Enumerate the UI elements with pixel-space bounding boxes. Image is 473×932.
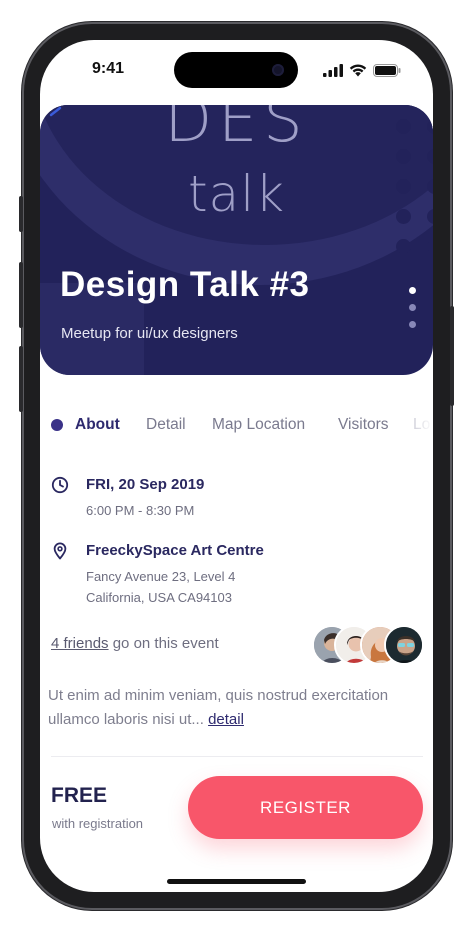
friends-link[interactable]: 4 friends	[51, 635, 109, 652]
event-tabs: About Detail Map Location Visitors Lo	[51, 412, 433, 440]
side-button-volume-down	[19, 346, 23, 412]
event-price-note: with registration	[52, 816, 144, 831]
signal-icon	[323, 64, 343, 77]
status-time: 9:41	[92, 60, 125, 77]
location-pin-icon	[53, 542, 67, 560]
footer-divider	[51, 756, 423, 757]
event-time: 6:00 PM - 8:30 PM	[86, 503, 195, 518]
event-date: FRI, 20 Sep 2019	[86, 476, 205, 493]
screen: 9:41 DES talk Design Talk #3 Meetup for …	[40, 40, 433, 892]
side-button-volume-up	[19, 262, 23, 328]
page-dot-3[interactable]	[409, 321, 416, 328]
side-button-mute	[19, 196, 23, 232]
clock-icon	[51, 476, 69, 494]
battery-icon	[373, 64, 401, 77]
wifi-icon	[349, 64, 367, 77]
status-icons	[323, 64, 401, 77]
description-detail-link[interactable]: detail	[208, 711, 244, 728]
hero-page-indicator[interactable]	[409, 287, 416, 328]
active-tab-dot	[51, 419, 63, 431]
side-button-power	[450, 306, 454, 406]
back-arrow-icon[interactable]	[48, 106, 62, 120]
camera-icon	[272, 64, 284, 76]
event-description: Ut enim ad minim veniam, quis nostrud ex…	[48, 684, 428, 732]
register-button[interactable]: REGISTER	[188, 776, 423, 839]
event-subtitle: Meetup for ui/ux designers	[61, 325, 238, 342]
tabs-fade	[403, 412, 433, 440]
page-dot-2[interactable]	[409, 304, 416, 311]
page-dot-1[interactable]	[409, 287, 416, 294]
hero-bg-text-bottom: talk	[187, 165, 286, 223]
venue-address-line1: Fancy Avenue 23, Level 4	[86, 569, 236, 584]
avatar[interactable]	[384, 625, 424, 665]
tab-map-location[interactable]: Map Location	[212, 416, 305, 434]
friends-attending: 4 friends go on this event	[51, 635, 219, 652]
event-hero-banner: DES talk Design Talk #3 Meetup for ui/ux…	[40, 105, 433, 375]
friends-avatars[interactable]	[312, 625, 424, 665]
event-venue: FreeckySpace Art Centre	[86, 542, 264, 559]
event-title: Design Talk #3	[60, 265, 310, 304]
friends-suffix: go on this event	[108, 635, 219, 652]
venue-address-line2: California, USA CA94103	[86, 590, 232, 605]
hero-bg-text-top: DES	[164, 105, 309, 156]
dynamic-island	[174, 52, 298, 88]
tab-visitors[interactable]: Visitors	[338, 416, 389, 434]
tab-detail[interactable]: Detail	[146, 416, 186, 434]
event-price: FREE	[51, 784, 108, 807]
home-indicator[interactable]	[167, 879, 306, 884]
status-bar: 9:41	[40, 40, 433, 98]
tab-about[interactable]: About	[75, 416, 120, 434]
